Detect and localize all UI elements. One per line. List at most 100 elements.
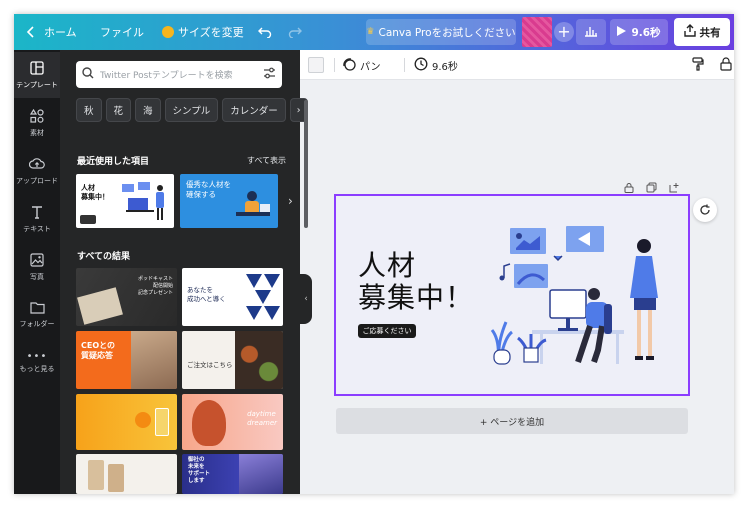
elements-icon [29, 108, 44, 125]
recent-template-2[interactable]: 優秀な人材を 確保する [180, 174, 278, 228]
rail-label: アップロード [16, 176, 58, 185]
avatar[interactable] [522, 17, 552, 47]
present-button[interactable]: 9.6秒 [610, 19, 668, 45]
recruitment-illustration[interactable] [486, 222, 686, 370]
regenerate-button[interactable] [693, 198, 717, 222]
bar-chart-icon [584, 25, 598, 40]
recent-template-1[interactable]: 人材 募集中！ [76, 174, 174, 228]
chip-sea[interactable]: 海 [135, 98, 161, 122]
add-page-button[interactable]: + ページを追加 [336, 408, 688, 434]
video-badge-icon [80, 215, 96, 224]
left-rail: テンプレート 素材 アップロード テキスト 写真 フォルダー ••• もっと見る [14, 50, 60, 494]
design-canvas[interactable]: 人材 募集中！ ご応募ください [334, 194, 690, 396]
drink-image [108, 464, 124, 492]
rail-label: フォルダー [19, 320, 55, 328]
result-template-juice[interactable] [76, 394, 177, 450]
rail-label: テンプレート [16, 80, 58, 89]
thumb-text: ポッドキャスト 配信開始 記念プレゼント [137, 276, 173, 296]
illustration-icon [122, 182, 164, 220]
recent-section-title: 最近使用した項目 [77, 157, 150, 167]
rail-item-more[interactable]: ••• もっと見る [14, 340, 60, 386]
rail-item-template[interactable]: テンプレート [14, 52, 60, 98]
folder-icon [29, 301, 45, 316]
color-swatch [308, 57, 324, 73]
rail-label: 写真 [30, 272, 44, 281]
try-pro-button[interactable]: ♛ Canva Proをお試しください [366, 19, 516, 45]
crown-icon [162, 26, 174, 38]
upload-icon [28, 157, 45, 173]
rail-item-elements[interactable]: 素材 [14, 100, 60, 146]
canvas-headline[interactable]: 人材 募集中！ [358, 250, 474, 314]
top-bar: ホーム ファイル サイズを変更 ♛ Canva Proをお試しください + 9.… [14, 14, 734, 50]
orange-image [135, 412, 151, 428]
result-template-support[interactable]: 御社の 未来を サポート します [182, 454, 283, 494]
chip-flower[interactable]: 花 [105, 98, 132, 122]
chevron-left-icon [26, 26, 36, 38]
result-template-anata[interactable]: あなたを 成功へと導く [182, 268, 283, 326]
lock-button[interactable] [720, 50, 732, 80]
chip-calendar[interactable]: カレンダー [222, 98, 286, 122]
file-menu[interactable]: ファイル [100, 14, 144, 50]
insights-button[interactable] [576, 19, 606, 45]
rail-label: もっと見る [19, 364, 55, 373]
collapse-panel-handle[interactable]: ‹ [300, 274, 312, 324]
pro-label: Canva Proをお試しください [378, 26, 516, 39]
toolbar-divider [404, 58, 405, 72]
thumb-text: ご注文はこちら [187, 361, 233, 369]
result-template-podcast[interactable]: ポッドキャスト 配信開始 記念プレゼント [76, 268, 177, 326]
recent-scroll-right-icon[interactable]: › [288, 194, 293, 208]
play-duration: 9.6秒 [631, 26, 661, 39]
share-button[interactable]: 共有 [674, 18, 730, 46]
animate-label: パン [360, 61, 381, 73]
thumb-text: あなたを 成功へと導く [187, 286, 226, 303]
canvas-cta-badge[interactable]: ご応募ください [358, 324, 416, 338]
photo-icon [30, 252, 44, 269]
background-color-button[interactable] [308, 50, 324, 80]
thumb-text: 御社の 未来を サポート します [188, 457, 211, 484]
lock-icon [720, 56, 732, 74]
rail-item-photo[interactable]: 写真 [14, 244, 60, 290]
result-template-order[interactable]: ご注文はこちら [182, 331, 283, 389]
glass-image [155, 408, 169, 436]
rail-item-text[interactable]: テキスト [14, 196, 60, 242]
see-all-link[interactable]: すべて表示 [247, 155, 286, 166]
canva-editor-window: ホーム ファイル サイズを変更 ♛ Canva Proをお試しください + 9.… [14, 14, 734, 494]
rail-item-folder[interactable]: フォルダー [14, 292, 60, 338]
more-icon: ••• [26, 350, 48, 362]
food-photo [235, 331, 283, 389]
book-image [77, 287, 123, 325]
result-template-daytime[interactable]: daytime dreamer [182, 394, 283, 450]
duration-button[interactable]: 9.6秒 [414, 50, 458, 80]
filter-icon[interactable] [263, 67, 276, 82]
editor-toolbar: パン 9.6秒 [300, 50, 734, 80]
redo-button[interactable] [288, 14, 302, 50]
triangles-graphic [246, 274, 280, 320]
rail-label: テキスト [23, 224, 51, 233]
panel-scrollbar[interactable] [304, 100, 308, 228]
invite-plus-button[interactable]: + [554, 22, 574, 42]
resize-button[interactable]: サイズを変更 [162, 14, 244, 50]
thumb-text: CEOとの 質疑応答 [81, 341, 116, 360]
thumb-text: 人材 募集中！ [81, 184, 109, 201]
person-photo [192, 400, 226, 446]
template-search-field[interactable]: Twitter Postテンプレートを検索 [76, 61, 282, 88]
chip-simple[interactable]: シンプル [164, 98, 219, 122]
search-icon [82, 67, 94, 82]
animate-button[interactable]: パン [342, 50, 381, 80]
category-chips: 秋 花 海 シンプル カレンダー › [76, 98, 308, 122]
person-photo [131, 331, 177, 389]
chip-autumn[interactable]: 秋 [76, 98, 102, 122]
illustration-icon [236, 191, 270, 216]
rail-item-upload[interactable]: アップロード [14, 148, 60, 194]
copy-style-button[interactable] [692, 50, 704, 80]
home-label: ホーム [44, 26, 77, 39]
headline-line-1: 人材 [358, 249, 417, 282]
result-template-drinks[interactable] [76, 454, 177, 494]
file-label: ファイル [100, 26, 144, 39]
search-placeholder: Twitter Postテンプレートを検索 [100, 71, 233, 81]
text-icon [31, 205, 43, 221]
clock-icon [414, 57, 428, 74]
home-button[interactable]: ホーム [26, 14, 77, 50]
result-template-ceo[interactable]: CEOとの 質疑応答 [76, 331, 177, 389]
undo-button[interactable] [258, 14, 272, 50]
